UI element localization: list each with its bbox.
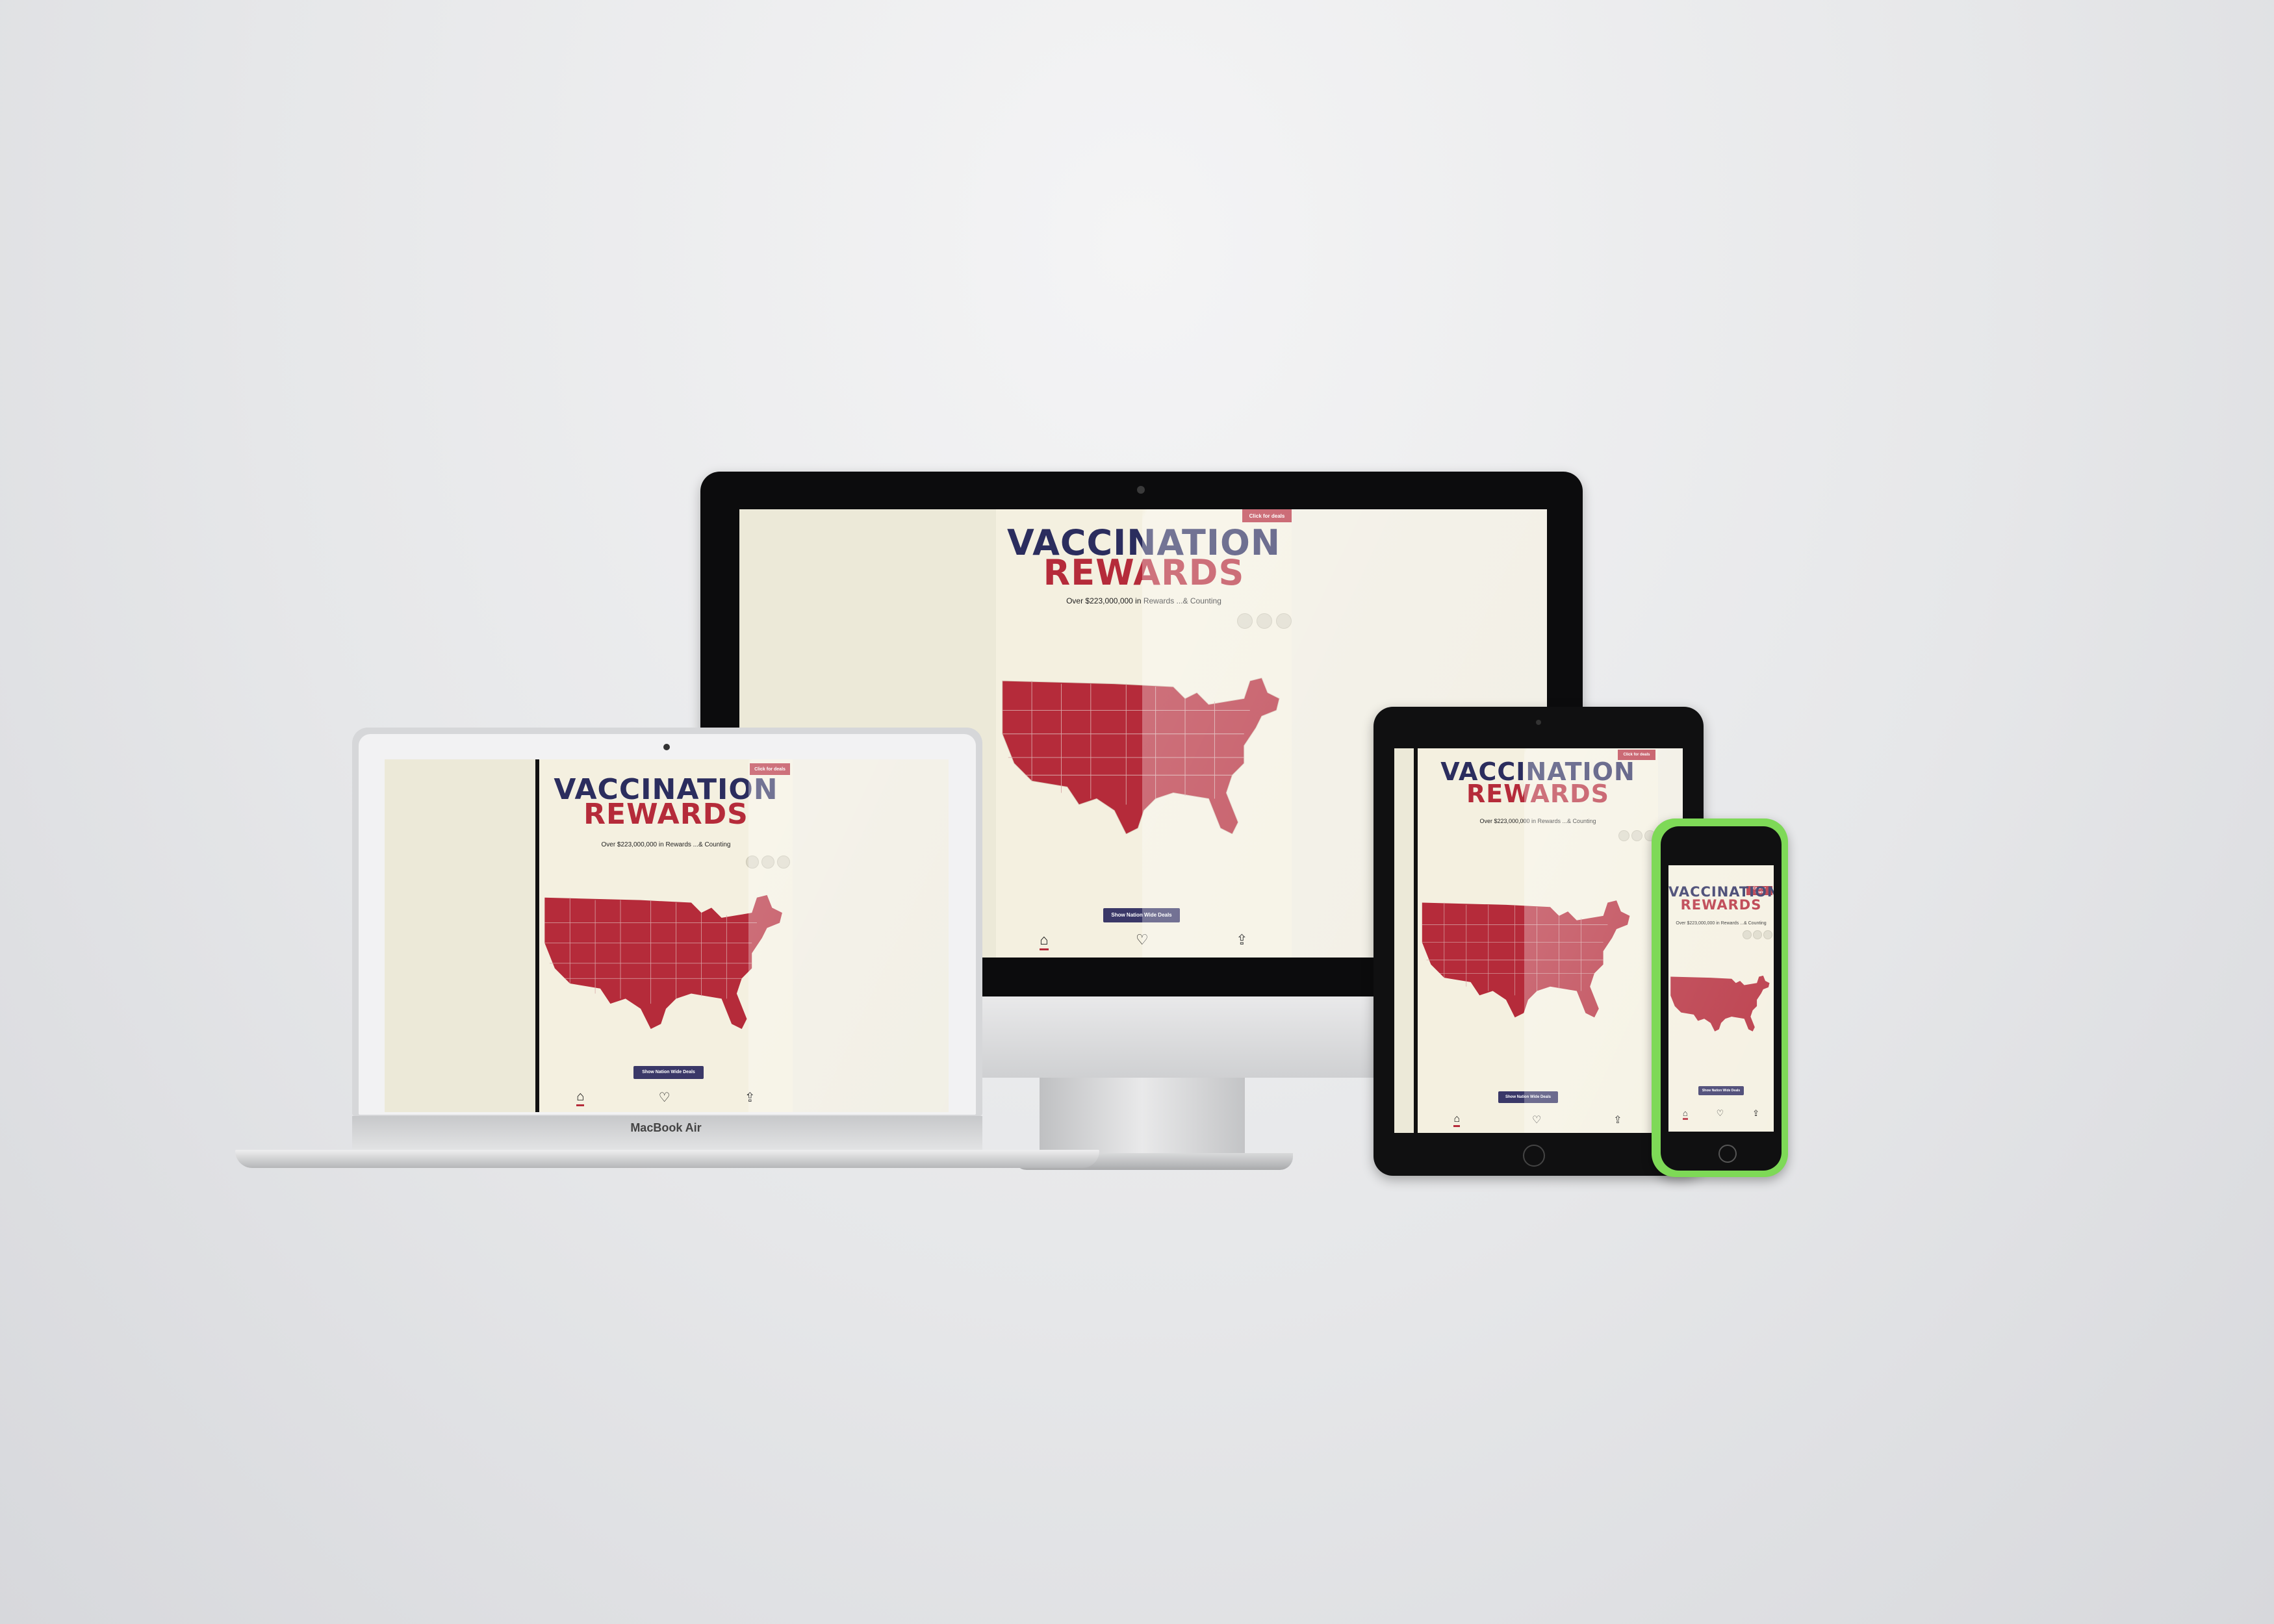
nation-wide-deals-button[interactable]: Show Nation Wide Deals	[1698, 1086, 1744, 1095]
laptop-base	[235, 1150, 1099, 1168]
title-rewards: REWARDS	[1043, 552, 1245, 593]
heart-icon[interactable]: ♡	[1717, 1108, 1724, 1120]
us-map[interactable]	[1668, 974, 1774, 1032]
option-circle-2[interactable]	[1753, 930, 1762, 939]
share-icon[interactable]: ⇪	[745, 1089, 756, 1106]
option-circle-2[interactable]	[1257, 613, 1272, 629]
app-view: Click for deals VACCINATION REWARDS Over…	[539, 759, 793, 1112]
deals-button[interactable]: Click for deals	[1242, 509, 1292, 522]
home-icon[interactable]: ⌂	[576, 1089, 585, 1106]
option-circle-1[interactable]	[746, 856, 759, 869]
heart-icon[interactable]: ♡	[1136, 932, 1149, 950]
subtitle: Over $223,000,000 in Rewards ...& Counti…	[1066, 596, 1221, 605]
imac-stand	[1040, 1078, 1245, 1156]
subtitle: Over $223,000,000 in Rewards ...& Counti…	[601, 841, 731, 848]
title-rewards: REWARDS	[1680, 897, 1762, 913]
laptop-label: MacBook Air	[630, 1121, 702, 1134]
option-circle-2[interactable]	[761, 856, 774, 869]
heart-icon[interactable]: ♡	[1532, 1113, 1541, 1127]
bottom-nav: ⌂ ♡ ⇪	[1418, 1113, 1658, 1127]
imac-camera	[1137, 486, 1145, 494]
home-icon[interactable]: ⌂	[1040, 932, 1049, 950]
option-circle-3[interactable]	[777, 856, 790, 869]
option-circles	[1618, 830, 1655, 841]
title-rewards: REWARDS	[1466, 780, 1609, 808]
option-circle-2[interactable]	[1631, 830, 1642, 841]
apple-logo-icon	[1125, 1009, 1160, 1048]
tablet-camera	[1536, 720, 1541, 725]
phone-screen: Click for deals VACCINATION REWARDS Over…	[1668, 865, 1774, 1132]
nation-wide-deals-button[interactable]: Show Nation Wide Deals	[1103, 908, 1180, 922]
home-icon[interactable]: ⌂	[1453, 1113, 1461, 1127]
laptop-camera	[663, 744, 670, 750]
tablet-home-button	[1523, 1145, 1545, 1167]
tablet-screen: Click for deals VACCINATION REWARDS Over…	[1394, 748, 1683, 1133]
right-side-panel	[793, 759, 949, 1112]
nation-wide-deals-button[interactable]: Show Nation Wide Deals	[633, 1066, 704, 1079]
phone-home-button	[1718, 1145, 1737, 1163]
subtitle: Over $223,000,000 in Rewards ...& Counti…	[1479, 818, 1596, 824]
app-view: Click for deals VACCINATION REWARDS Over…	[1668, 865, 1774, 1132]
option-circle-1[interactable]	[1237, 613, 1253, 629]
option-circle-3[interactable]	[1276, 613, 1292, 629]
left-side-panel	[1394, 748, 1414, 1133]
home-icon[interactable]: ⌂	[1682, 1108, 1688, 1120]
bottom-nav: ⌂ ♡ ⇪	[1668, 1108, 1774, 1120]
title-rewards: REWARDS	[583, 798, 748, 831]
us-map[interactable]	[1418, 898, 1639, 1018]
share-icon[interactable]: ⇪	[1236, 932, 1247, 950]
option-circle-1[interactable]	[1618, 830, 1629, 841]
laptop-screen: Click for deals VACCINATION REWARDS Over…	[385, 759, 949, 1112]
nation-wide-deals-button[interactable]: Show Nation Wide Deals	[1498, 1091, 1558, 1103]
app-view: Click for deals VACCINATION REWARDS Over…	[996, 509, 1292, 958]
option-circles	[1743, 930, 1772, 939]
heart-icon[interactable]: ♡	[659, 1089, 671, 1106]
share-icon[interactable]: ⇪	[1752, 1108, 1759, 1120]
share-icon[interactable]: ⇪	[1613, 1113, 1622, 1127]
subtitle: Over $223,000,000 in Rewards ...& Counti…	[1676, 921, 1767, 926]
option-circles	[746, 856, 790, 869]
option-circle-1[interactable]	[1743, 930, 1752, 939]
us-map[interactable]	[539, 893, 793, 1029]
option-circles	[1237, 613, 1292, 629]
app-view: Click for deals VACCINATION REWARDS Over…	[1418, 748, 1658, 1133]
us-map[interactable]	[996, 675, 1292, 834]
left-side-panel	[385, 759, 535, 1112]
bottom-nav: ⌂ ♡ ⇪	[996, 932, 1292, 950]
option-circle-3[interactable]	[1763, 930, 1772, 939]
bottom-nav: ⌂ ♡ ⇪	[539, 1089, 793, 1106]
